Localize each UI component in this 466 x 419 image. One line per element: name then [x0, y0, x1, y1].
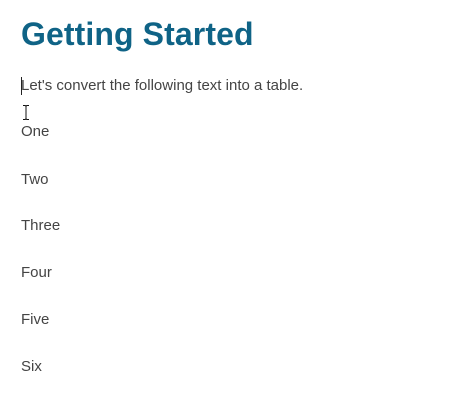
editor-content-area[interactable]: Getting Started Let's convert the follow… — [0, 0, 466, 419]
paragraph-line-2[interactable]: Two — [21, 171, 49, 189]
i-beam-cursor-icon — [23, 105, 29, 120]
paragraph-line-5[interactable]: Five — [21, 311, 49, 329]
paragraph-line-3[interactable]: Three — [21, 217, 60, 235]
paragraph-line-4[interactable]: Four — [21, 264, 52, 282]
paragraph-line-1[interactable]: One — [21, 123, 49, 141]
intro-paragraph[interactable]: Let's convert the following text into a … — [21, 77, 303, 95]
paragraph-line-6[interactable]: Six — [21, 358, 42, 376]
document-heading[interactable]: Getting Started — [21, 14, 254, 54]
